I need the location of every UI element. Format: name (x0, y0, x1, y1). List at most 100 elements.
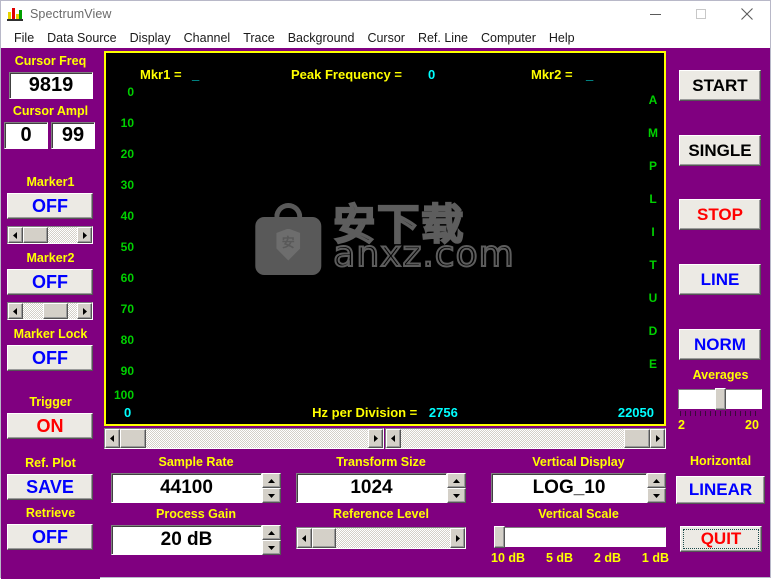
vertical-display-spin-up-icon[interactable] (647, 473, 666, 488)
process-gain-spin-up-icon[interactable] (262, 525, 281, 540)
horizontal-mode-value: LINEAR (688, 480, 753, 499)
menu-trace[interactable]: Trace (237, 29, 282, 47)
marker1-state: OFF (32, 195, 68, 216)
plot-scroll-left-right-arrow-icon[interactable] (368, 429, 383, 448)
quit-button-label: QUIT (700, 529, 742, 548)
menu-display[interactable]: Display (124, 29, 178, 47)
marker2-toggle-button[interactable]: OFF (7, 269, 93, 295)
menu-bar: File Data Source Display Channel Trace B… (1, 27, 770, 48)
plot-scroll-left-track[interactable] (120, 429, 368, 448)
vertical-scale-thumb[interactable] (494, 526, 505, 548)
vertical-scale-tick-2db: 2 dB (593, 551, 622, 565)
bottom-control-panel: Sample Rate 44100 Process Gain 20 dB Tra… (101, 451, 669, 579)
marker1-scrollbar[interactable] (7, 226, 93, 244)
start-button[interactable]: START (679, 70, 761, 101)
sample-rate-spin-up-icon[interactable] (262, 473, 281, 488)
averages-thumb[interactable] (715, 388, 726, 410)
trigger-label: Trigger (29, 395, 72, 409)
single-button-label: SINGLE (688, 140, 752, 160)
mkr1-label: Mkr1 = (140, 67, 182, 82)
sample-rate-spin-down-icon[interactable] (262, 488, 281, 503)
vertical-display-spin-down-icon[interactable] (647, 488, 666, 503)
spectrum-plot[interactable]: Mkr1 = _ Peak Frequency = 0 Mkr2 = _ 0 1… (104, 51, 666, 426)
peak-frequency-value: 0 (428, 67, 436, 82)
menu-file[interactable]: File (8, 29, 41, 47)
process-gain-value[interactable]: 20 dB (111, 525, 262, 555)
marker2-scrollbar[interactable] (7, 302, 93, 320)
process-gain-spin-down-icon[interactable] (262, 540, 281, 555)
marker-lock-toggle-button[interactable]: OFF (7, 345, 93, 371)
vertical-scale-tick-1db: 1 dB (641, 551, 669, 565)
cursor-ampl-value-2[interactable]: 99 (51, 122, 95, 149)
quit-button[interactable]: QUIT (680, 526, 762, 552)
line-button-label: LINE (700, 269, 740, 289)
close-icon[interactable] (724, 1, 770, 27)
marker1-toggle-button[interactable]: OFF (7, 193, 93, 219)
plot-scrollbar-right[interactable] (385, 428, 666, 449)
norm-button[interactable]: NORM (679, 329, 761, 360)
plot-scroll-left-thumb[interactable] (120, 429, 146, 448)
marker1-scroll-right-icon[interactable] (77, 227, 92, 243)
vertical-scale-trackbar[interactable] (494, 526, 666, 549)
ref-plot-save-button[interactable]: SAVE (7, 474, 93, 500)
process-gain-spinner[interactable] (262, 525, 281, 555)
y-tick-0: 0 (127, 85, 134, 99)
transform-size-value[interactable]: 1024 (296, 473, 447, 503)
averages-trackbar[interactable] (678, 388, 762, 416)
transform-size-spin-down-icon[interactable] (447, 488, 466, 503)
line-button[interactable]: LINE (679, 264, 761, 295)
retrieve-toggle-button[interactable]: OFF (7, 524, 93, 550)
marker-lock-state: OFF (32, 347, 68, 368)
trigger-toggle-button[interactable]: ON (7, 413, 93, 439)
plot-scroll-right-track[interactable] (401, 429, 650, 448)
marker2-scroll-thumb[interactable] (43, 303, 68, 319)
stop-button[interactable]: STOP (679, 199, 761, 230)
marker2-scroll-right-icon[interactable] (77, 303, 92, 319)
transform-size-spinner[interactable] (447, 473, 466, 503)
y-tick-60: 60 (120, 271, 134, 285)
transform-size-spin-up-icon[interactable] (447, 473, 466, 488)
marker1-scroll-track[interactable] (23, 227, 77, 243)
vertical-scale-groove[interactable] (494, 527, 666, 547)
vertical-display-value[interactable]: LOG_10 (491, 473, 647, 503)
horizontal-mode-button[interactable]: LINEAR (676, 476, 765, 504)
plot-scrollbar-left[interactable] (104, 428, 384, 449)
marker1-scroll-thumb[interactable] (23, 227, 48, 243)
vertical-display-field[interactable]: LOG_10 (491, 473, 666, 503)
sample-rate-spinner[interactable] (262, 473, 281, 503)
reference-level-left-arrow-icon[interactable] (297, 528, 312, 548)
vertical-display-spinner[interactable] (647, 473, 666, 503)
menu-background[interactable]: Background (282, 29, 362, 47)
plot-scroll-left-arrow-icon[interactable] (105, 429, 120, 448)
menu-data-source[interactable]: Data Source (41, 29, 123, 47)
menu-help[interactable]: Help (543, 29, 582, 47)
menu-ref-line[interactable]: Ref. Line (412, 29, 475, 47)
trigger-state: ON (36, 415, 64, 436)
menu-cursor[interactable]: Cursor (361, 29, 412, 47)
sample-rate-field[interactable]: 44100 (111, 473, 281, 503)
window-title: SpectrumView (30, 7, 112, 21)
marker2-scroll-track[interactable] (23, 303, 77, 319)
marker1-scroll-left-icon[interactable] (8, 227, 23, 243)
plot-scroll-right-thumb[interactable] (624, 429, 650, 448)
sample-rate-value[interactable]: 44100 (111, 473, 262, 503)
reference-level-scrollbar[interactable] (296, 527, 466, 549)
process-gain-field[interactable]: 20 dB (111, 525, 281, 555)
reference-level-thumb[interactable] (312, 528, 336, 548)
plot-scroll-right-left-arrow-icon[interactable] (386, 429, 401, 448)
menu-computer[interactable]: Computer (475, 29, 543, 47)
x-axis-min-label: 0 (124, 405, 132, 420)
reference-level-right-arrow-icon[interactable] (450, 528, 465, 548)
y-tick-30: 30 (120, 178, 134, 192)
minimize-icon[interactable] (632, 1, 678, 27)
cursor-ampl-value-1[interactable]: 0 (4, 122, 48, 149)
maximize-icon[interactable] (678, 1, 724, 27)
marker2-scroll-left-icon[interactable] (8, 303, 23, 319)
y-tick-50: 50 (120, 240, 134, 254)
cursor-freq-value[interactable]: 9819 (9, 72, 93, 99)
reference-level-track[interactable] (312, 528, 450, 548)
transform-size-field[interactable]: 1024 (296, 473, 466, 503)
menu-channel[interactable]: Channel (178, 29, 238, 47)
plot-scroll-right-right-arrow-icon[interactable] (650, 429, 665, 448)
single-button[interactable]: SINGLE (679, 135, 761, 166)
